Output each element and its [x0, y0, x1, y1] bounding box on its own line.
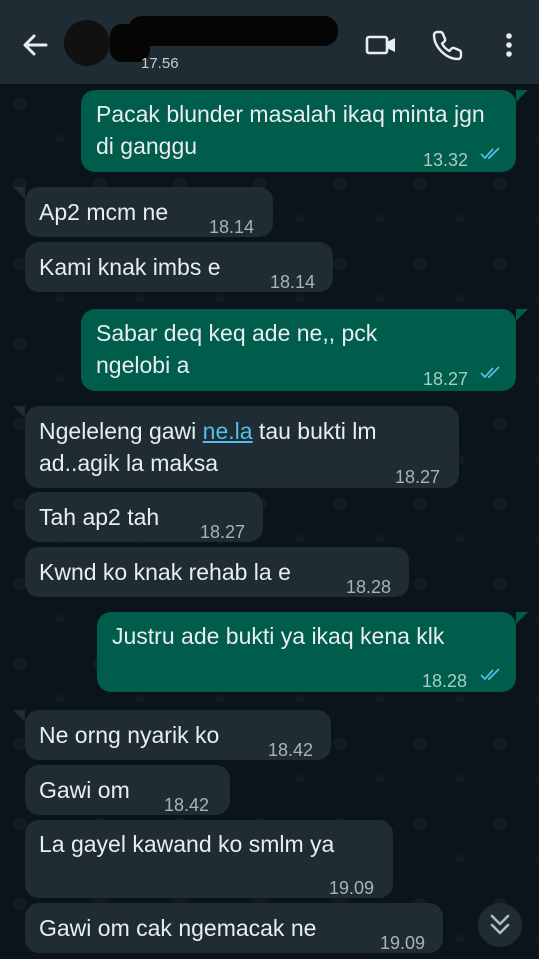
bubble-tail: [516, 309, 528, 321]
message-time: 18.42: [164, 795, 210, 815]
message-text: Kwnd ko knak rehab la e: [39, 559, 291, 585]
chat-header: 17.56: [0, 0, 539, 84]
message-time: 18.14: [270, 272, 316, 292]
double-check-icon: [480, 147, 500, 160]
message-text: Ngeleleng gawi ne.la tau bukti lm ad..ag…: [39, 415, 449, 479]
back-button[interactable]: [18, 28, 52, 62]
bubble-tail: [13, 406, 25, 418]
message-text: Ne orng nyarik ko: [39, 722, 220, 748]
incoming-message[interactable]: Gawi om cak ngemacak ne 19.09: [25, 903, 443, 953]
message-time: 18.27: [395, 467, 441, 487]
outgoing-message[interactable]: Justru ade bukti ya ikaq kena klk 18.28: [97, 612, 516, 692]
message-text: La gayel kawand ko smlm ya: [39, 831, 335, 857]
outgoing-message[interactable]: Sabar deq keq ade ne,, pck ngelobi a 18.…: [81, 309, 516, 391]
more-vert-icon: [506, 33, 512, 57]
bubble-tail: [13, 710, 25, 722]
outgoing-message[interactable]: Pacak blunder masalah ikaq minta jgn di …: [81, 90, 516, 172]
video-call-icon: [365, 35, 395, 55]
video-call-button[interactable]: [365, 29, 397, 61]
message-text: Gawi om cak ngemacak ne: [39, 915, 317, 941]
message-text: Sabar deq keq ade ne,, pck ngelobi a: [96, 320, 378, 378]
message-text: Ap2 mcm ne: [39, 199, 169, 225]
back-arrow-icon: [23, 34, 48, 56]
incoming-message[interactable]: Gawi om 18.42: [25, 765, 230, 815]
message-time: 18.27: [423, 369, 469, 389]
message-text: Tah ap2 tah: [39, 504, 160, 530]
incoming-message[interactable]: Tah ap2 tah 18.27: [25, 492, 263, 542]
double-check-icon: [480, 366, 500, 379]
message-time: 13.32: [423, 150, 469, 170]
last-seen-time: 17.56: [141, 55, 179, 72]
scroll-down-icon: [490, 914, 510, 935]
message-time: 18.14: [209, 217, 255, 237]
message-time: 19.09: [380, 933, 426, 953]
message-time: 18.42: [268, 740, 314, 760]
bubble-tail: [516, 90, 528, 102]
message-text-part: Ngeleleng gawi: [39, 418, 203, 444]
message-time: 18.28: [346, 577, 392, 597]
incoming-message[interactable]: Ngeleleng gawi ne.la tau bukti lm ad..ag…: [25, 406, 459, 488]
incoming-message[interactable]: La gayel kawand ko smlm ya 19.09: [25, 820, 393, 898]
phone-icon: [432, 30, 463, 61]
bubble-tail: [13, 187, 25, 199]
message-time: 18.28: [422, 671, 468, 691]
message-text: Justru ade bukti ya ikaq kena klk: [112, 623, 445, 649]
incoming-message[interactable]: Kami knak imbs e 18.14: [25, 242, 333, 292]
message-time: 18.27: [200, 522, 246, 542]
more-options-button[interactable]: [495, 29, 527, 61]
redacted-contact-name[interactable]: [128, 16, 338, 46]
incoming-message[interactable]: Ne orng nyarik ko 18.42: [25, 710, 331, 760]
message-time: 19.09: [329, 878, 375, 898]
incoming-message[interactable]: Kwnd ko knak rehab la e 18.28: [25, 547, 409, 597]
bubble-tail: [516, 612, 528, 624]
double-check-icon: [480, 668, 500, 681]
contact-avatar[interactable]: [64, 20, 110, 66]
voice-call-button[interactable]: [432, 29, 464, 61]
message-text: Gawi om: [39, 777, 130, 803]
scroll-to-bottom-button[interactable]: [478, 903, 522, 947]
message-text: Kami knak imbs e: [39, 254, 221, 280]
incoming-message[interactable]: Ap2 mcm ne 18.14: [25, 187, 273, 237]
message-link[interactable]: ne.la: [203, 418, 253, 444]
